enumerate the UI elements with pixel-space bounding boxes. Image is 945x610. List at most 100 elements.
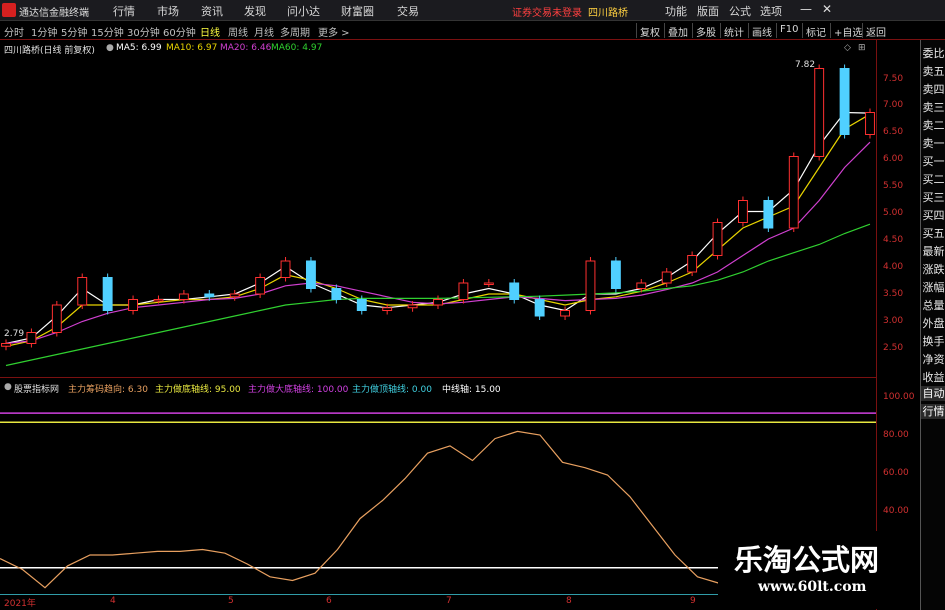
side-item[interactable]: 换手 (921, 334, 945, 349)
side-item[interactable]: 涨幅 (921, 280, 945, 295)
side-item[interactable]: 买五 (921, 226, 945, 241)
btn-huaxian[interactable]: 画线 (748, 23, 775, 39)
btn-duogu[interactable]: 多股 (692, 23, 719, 39)
minimize-icon[interactable]: — (800, 2, 812, 16)
candle-body (433, 299, 443, 306)
side-item[interactable]: 买二 (921, 172, 945, 187)
menu-jiaoyi[interactable]: 交易 (397, 3, 419, 19)
menu-faxian[interactable]: 发现 (244, 3, 266, 19)
side-item[interactable]: 总量 (921, 298, 945, 313)
btn-tongji[interactable]: 统计 (720, 23, 747, 39)
candle-body (102, 277, 113, 311)
ind-label: 100.00 (883, 392, 915, 402)
side-item[interactable]: 卖四 (921, 82, 945, 97)
side-item-auto[interactable]: 自动 (921, 386, 945, 401)
side-item[interactable]: 涨跌 (921, 262, 945, 277)
period-daily[interactable]: 日线 (200, 24, 220, 39)
diamond-icon[interactable]: ◇ (844, 43, 851, 53)
menu-caifuquan[interactable]: 财富圈 (341, 3, 374, 19)
side-item[interactable]: 卖二 (921, 118, 945, 133)
candle-body (280, 260, 291, 278)
ma10-value: MA10: 6.97 (166, 43, 218, 53)
ind-label: 40.00 (883, 506, 909, 516)
date-label: 8 (566, 596, 572, 606)
menu-bar: 通达信金融终端 行情 市场 资讯 发现 问小达 财富圈 交易 证券交易未登录 四… (0, 0, 945, 21)
period-fenshi[interactable]: 分时 (4, 24, 24, 39)
side-item[interactable]: 买三 (921, 190, 945, 205)
candle-body (636, 282, 647, 289)
app-name: 通达信金融终端 (19, 8, 89, 19)
indicator-settings-icon[interactable]: ● (4, 382, 12, 392)
date-label: 6 (326, 596, 332, 606)
menu-gongneng[interactable]: 功能 (665, 3, 687, 19)
menu-hangqing[interactable]: 行情 (113, 3, 135, 19)
settings-icon[interactable]: ● (106, 43, 114, 53)
kline-chart[interactable] (0, 57, 876, 377)
candle-body (458, 282, 469, 300)
candle-body (356, 299, 367, 311)
side-item[interactable]: 收益 (921, 370, 945, 385)
candle-body (178, 293, 189, 300)
candle-body (814, 68, 825, 157)
period-5min[interactable]: 5分钟 (61, 24, 87, 39)
period-monthly[interactable]: 月线 (254, 24, 274, 39)
candle-body (382, 307, 393, 311)
low-marker: 2.79 (4, 329, 25, 339)
btn-f10[interactable]: F10 (776, 23, 801, 38)
side-item[interactable]: 净资 (921, 352, 945, 367)
side-item[interactable]: 卖五 (921, 64, 945, 79)
pane-divider[interactable] (0, 377, 876, 378)
side-item[interactable]: 委比 (921, 46, 945, 61)
ind-line-3: 主力做大底轴线: 100.00 (248, 385, 349, 395)
btn-fanhui[interactable]: 返回 (862, 23, 889, 39)
menu-shichang[interactable]: 市场 (157, 3, 179, 19)
price-label: 7.50 (883, 74, 904, 84)
login-notice[interactable]: 证券交易未登录 (512, 4, 582, 19)
candle-body (788, 156, 799, 229)
ind-line-2: 主力做底轴线: 95.00 (155, 385, 241, 395)
menu-xuanxiang[interactable]: 选项 (760, 3, 782, 19)
menu-wenxiaoda[interactable]: 问小达 (287, 3, 320, 19)
candle-body (128, 299, 139, 311)
price-label: 6.50 (883, 127, 904, 137)
side-item[interactable]: 卖三 (921, 100, 945, 115)
period-15min[interactable]: 15分钟 (91, 24, 124, 39)
stock-title: 四川路桥(日线 前复权) (4, 46, 95, 56)
price-label: 5.50 (883, 181, 904, 191)
candle-body (865, 112, 875, 135)
close-icon[interactable]: ✕ (822, 2, 832, 16)
ma-info-line: 四川路桥(日线 前复权) ● MA5: 6.99 MA10: 6.97 MA20… (0, 41, 876, 57)
period-weekly[interactable]: 周线 (228, 24, 248, 39)
notice-stock-name: 四川路桥 (588, 8, 628, 19)
period-multi[interactable]: 多周期 (280, 24, 310, 39)
menu-banmian[interactable]: 版面 (697, 3, 719, 19)
period-60min[interactable]: 60分钟 (163, 24, 196, 39)
period-30min[interactable]: 30分钟 (127, 24, 160, 39)
price-label: 3.00 (883, 316, 904, 326)
side-item[interactable]: 买四 (921, 208, 945, 223)
period-1min[interactable]: 1分钟 (31, 24, 57, 39)
candle-body (763, 200, 774, 229)
indicator-line (0, 430, 721, 589)
price-label: 4.50 (883, 235, 904, 245)
menu-gongshi[interactable]: 公式 (729, 3, 751, 19)
price-label: 3.50 (883, 289, 904, 299)
btn-fuquan[interactable]: 复权 (636, 23, 663, 39)
ind-line-4: 主力做顶轴线: 0.00 (352, 385, 432, 395)
period-toolbar: 分时 1分钟 5分钟 15分钟 30分钟 60分钟 日线 周线 月线 多周期 更… (0, 21, 945, 40)
menu-zixun[interactable]: 资讯 (201, 3, 223, 19)
period-more[interactable]: 更多 > (318, 24, 350, 39)
btn-biaoji[interactable]: 标记 (802, 23, 829, 39)
btn-diejia[interactable]: 叠加 (664, 23, 691, 39)
side-item[interactable]: 卖一 (921, 136, 945, 151)
btn-zixuan[interactable]: +自选 (830, 23, 865, 39)
date-label: 7 (446, 596, 452, 606)
date-label: 9 (690, 596, 696, 606)
side-item-quote[interactable]: 行情 (921, 404, 945, 419)
side-item[interactable]: 外盘 (921, 316, 945, 331)
price-label: 6.00 (883, 154, 904, 164)
side-item[interactable]: 买一 (921, 154, 945, 169)
zoom-icon[interactable]: ⊞ (858, 43, 866, 53)
side-item[interactable]: 最新 (921, 244, 945, 259)
series-line-ma60 (5, 223, 871, 367)
